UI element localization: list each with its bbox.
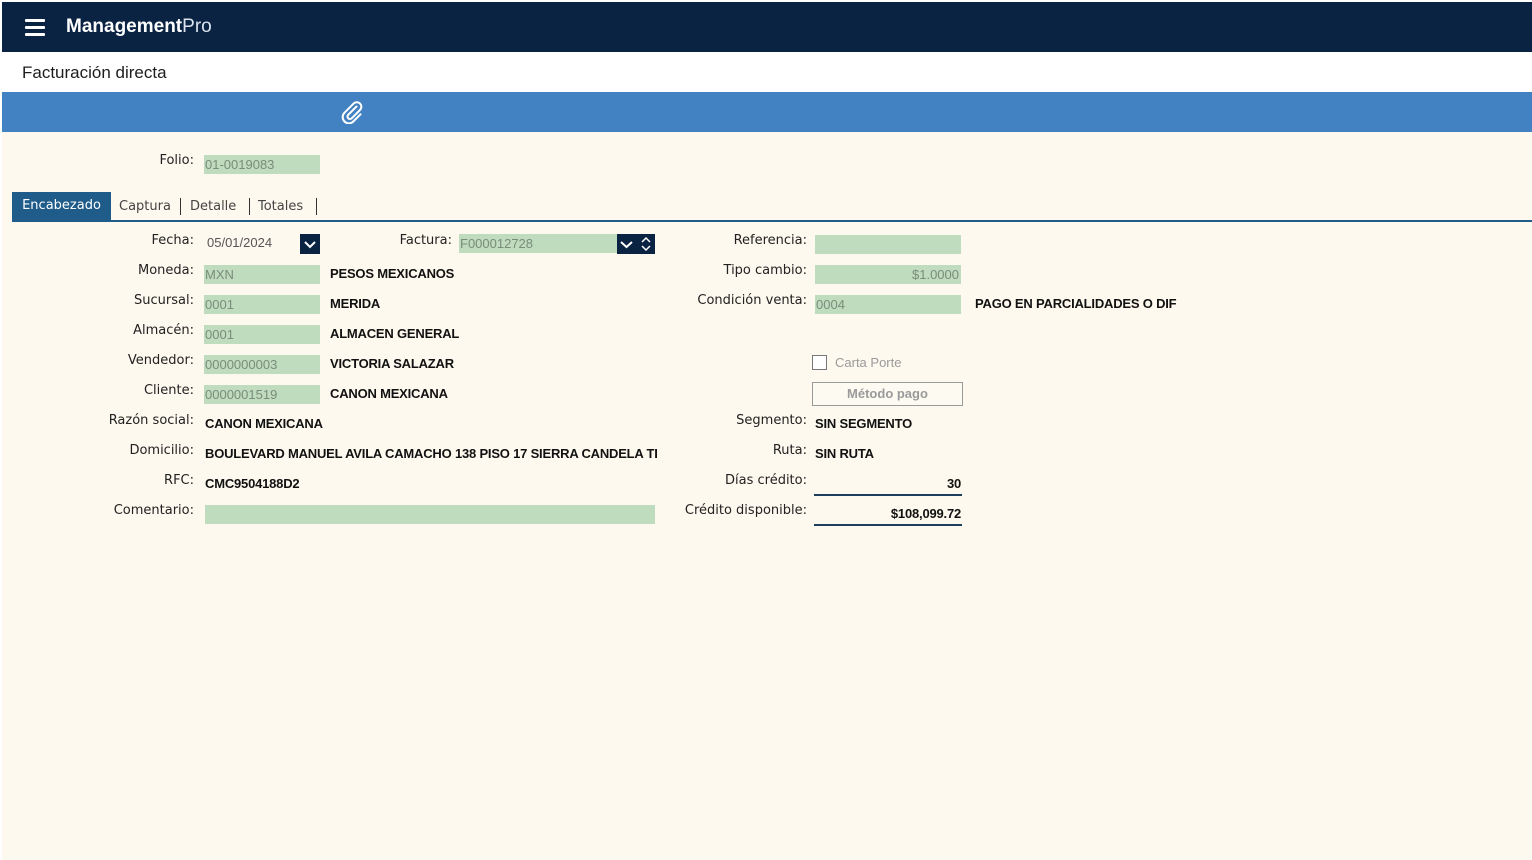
sucursal-name: MERIDA bbox=[330, 296, 381, 311]
rfc-label: RFC: bbox=[164, 473, 194, 488]
tab-separator bbox=[249, 198, 250, 215]
cliente-code-field[interactable]: 0000001519 bbox=[204, 385, 320, 404]
top-navbar: ManagementPro bbox=[2, 2, 1532, 52]
folio-field[interactable]: 01-0019083 bbox=[204, 155, 320, 174]
razon-social-value: CANON MEXICANA bbox=[205, 416, 323, 431]
cliente-name: CANON MEXICANA bbox=[330, 386, 448, 401]
form-content: Folio: 01-0019083 Encabezado Captura Det… bbox=[2, 132, 1532, 860]
metodo-pago-button[interactable]: Método pago bbox=[812, 382, 963, 406]
vendedor-label: Vendedor: bbox=[127, 353, 194, 368]
referencia-field[interactable] bbox=[815, 235, 961, 254]
tipo-cambio-field[interactable]: $1.0000 bbox=[815, 265, 961, 284]
dias-credito-label: Días crédito: bbox=[725, 473, 807, 488]
segmento-value: SIN SEGMENTO bbox=[815, 416, 913, 431]
credito-disponible-label: Crédito disponible: bbox=[684, 503, 807, 518]
tab-detalle[interactable]: Detalle bbox=[190, 199, 236, 214]
rfc-value: CMC9504188D2 bbox=[205, 476, 300, 491]
fecha-label: Fecha: bbox=[151, 233, 195, 248]
app-brand: ManagementPro bbox=[66, 16, 212, 37]
condicion-venta-name: PAGO EN PARCIALIDADES O DIF bbox=[975, 296, 1177, 311]
moneda-label: Moneda: bbox=[137, 263, 194, 278]
comentario-label: Comentario: bbox=[113, 503, 194, 518]
domicilio-value: BOULEVARD MANUEL AVILA CAMACHO 138 PISO … bbox=[205, 446, 657, 461]
comentario-field[interactable] bbox=[205, 505, 655, 524]
tab-separator bbox=[180, 198, 181, 215]
sucursal-label: Sucursal: bbox=[134, 293, 194, 308]
credito-disponible-underline bbox=[814, 524, 962, 526]
tab-underline bbox=[12, 220, 1532, 222]
tab-separator bbox=[316, 198, 317, 215]
folio-label: Folio: bbox=[159, 153, 194, 168]
moneda-name: PESOS MEXICANOS bbox=[330, 266, 455, 281]
title-bar: Facturación directa bbox=[2, 52, 1532, 92]
ruta-value: SIN RUTA bbox=[815, 446, 874, 461]
vendedor-code-field[interactable]: 0000000003 bbox=[204, 355, 320, 374]
credito-disponible-value: $108,099.72 bbox=[890, 506, 961, 521]
sucursal-code-field[interactable]: 0001 bbox=[204, 295, 320, 314]
factura-dropdown-icon[interactable] bbox=[617, 234, 637, 254]
fecha-calendar-dropdown-icon[interactable] bbox=[300, 234, 320, 254]
tab-totales[interactable]: Totales bbox=[258, 199, 303, 214]
fecha-field[interactable]: 05/01/2024 bbox=[207, 235, 272, 250]
cliente-label: Cliente: bbox=[143, 383, 194, 398]
dias-credito-value: 30 bbox=[946, 476, 961, 491]
tab-encabezado[interactable]: Encabezado bbox=[12, 192, 111, 221]
page-title: Facturación directa bbox=[22, 63, 167, 82]
dias-credito-underline bbox=[814, 494, 962, 496]
action-toolbar bbox=[2, 92, 1532, 132]
hamburger-menu-icon[interactable] bbox=[25, 19, 45, 36]
almacen-label: Almacén: bbox=[133, 323, 194, 338]
carta-porte-label: Carta Porte bbox=[835, 355, 902, 370]
razon-social-label: Razón social: bbox=[108, 413, 194, 428]
domicilio-label: Domicilio: bbox=[129, 443, 194, 458]
tab-captura[interactable]: Captura bbox=[119, 199, 171, 214]
segmento-label: Segmento: bbox=[736, 413, 807, 428]
almacen-code-field[interactable]: 0001 bbox=[204, 325, 320, 344]
factura-stepper-icon[interactable] bbox=[637, 234, 655, 254]
moneda-code-field[interactable]: MXN bbox=[204, 265, 320, 284]
paperclip-icon[interactable] bbox=[340, 100, 364, 125]
ruta-label: Ruta: bbox=[772, 443, 807, 458]
carta-porte-checkbox[interactable] bbox=[812, 355, 827, 370]
tipo-cambio-label: Tipo cambio: bbox=[723, 263, 807, 278]
factura-label: Factura: bbox=[399, 233, 452, 248]
referencia-label: Referencia: bbox=[733, 233, 807, 248]
factura-field[interactable]: F000012728 bbox=[459, 234, 617, 253]
vendedor-name: VICTORIA SALAZAR bbox=[330, 356, 454, 371]
almacen-name: ALMACEN GENERAL bbox=[330, 326, 460, 341]
condicion-venta-code-field[interactable]: 0004 bbox=[815, 295, 961, 314]
condicion-venta-label: Condición venta: bbox=[697, 293, 807, 308]
